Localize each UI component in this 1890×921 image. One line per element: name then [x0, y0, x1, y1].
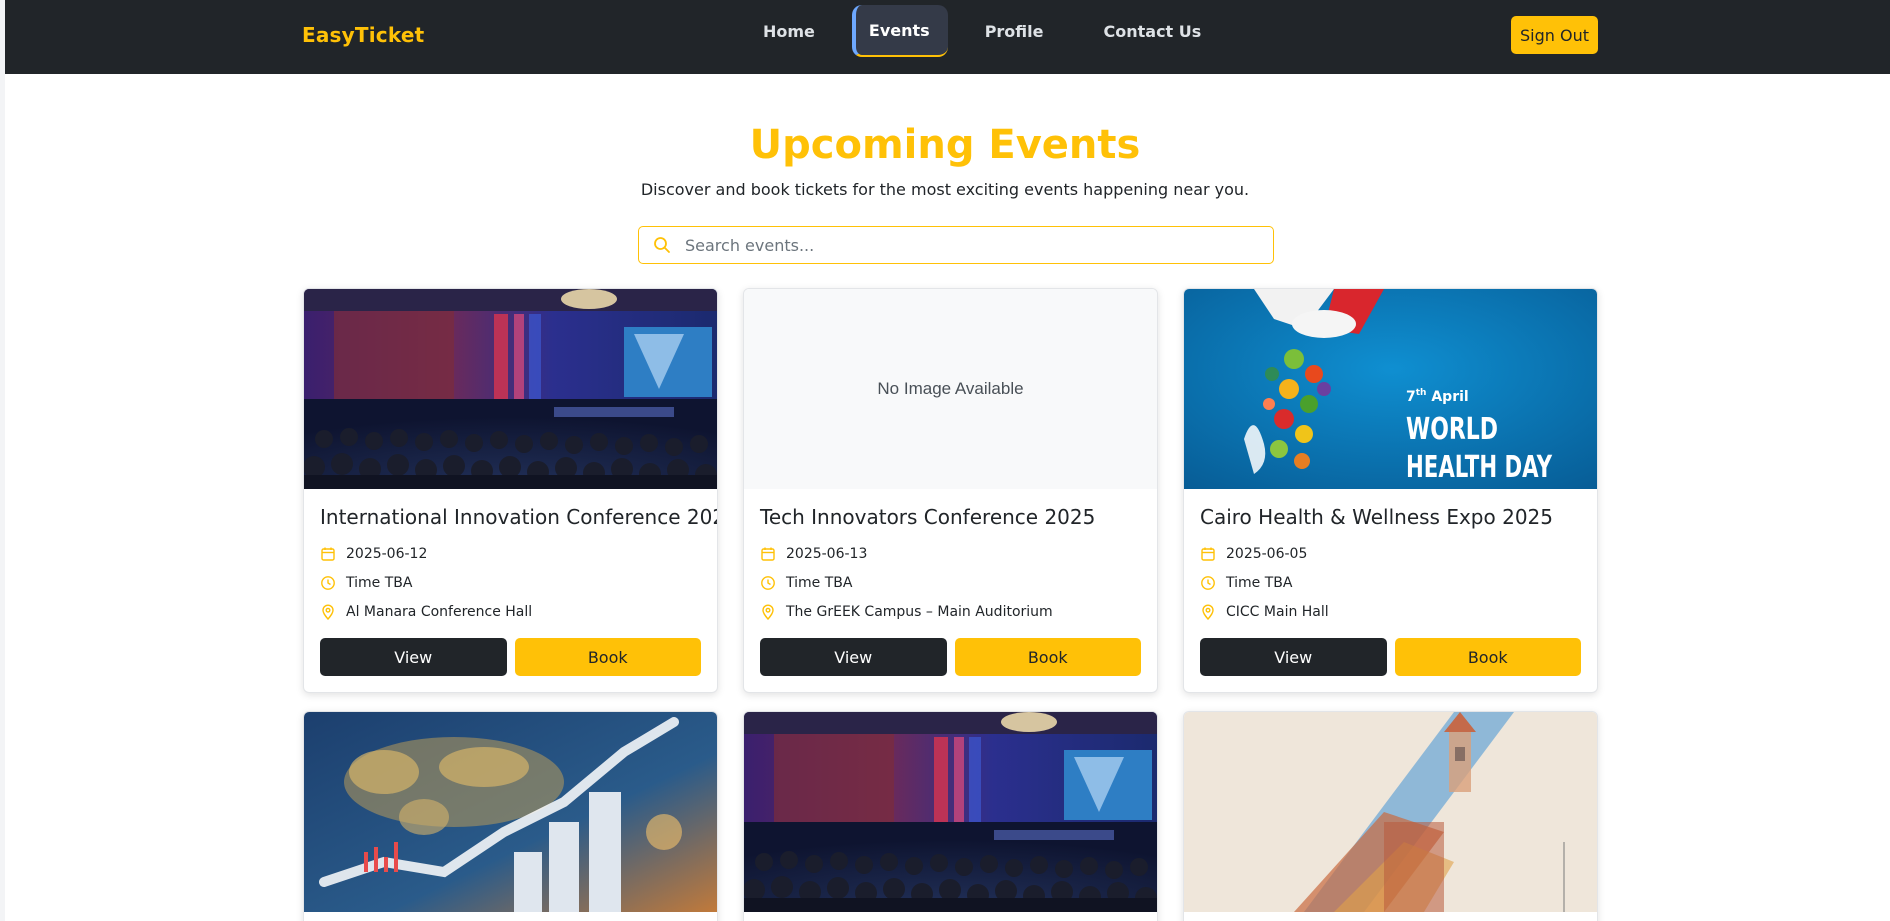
- event-date: 2025-06-12: [346, 545, 428, 562]
- event-title: International Innovation Conference 2025: [320, 505, 718, 529]
- event-image-world-map-finance[interactable]: [304, 712, 717, 912]
- main-nav: Home Events Profile Contact Us: [740, 5, 1224, 57]
- brand-logo[interactable]: EasyTicket: [302, 23, 424, 47]
- event-card: 7th April WORLD HEALTH DAY Cairo Health …: [1183, 288, 1598, 693]
- event-title: Cairo Health & Wellness Expo 2025: [1200, 505, 1553, 529]
- event-card-body: International Innovation Conference 2025…: [304, 489, 717, 692]
- page-title: Upcoming Events: [749, 122, 1141, 168]
- event-time-row: Time TBA: [1200, 568, 1581, 597]
- view-button[interactable]: View: [1200, 638, 1387, 676]
- event-time-row: Time TBA: [320, 568, 701, 597]
- calendar-icon: [320, 546, 346, 562]
- event-date-row: 2025-06-05: [1200, 539, 1581, 568]
- sign-out-button[interactable]: Sign Out: [1511, 16, 1598, 54]
- event-date: 2025-06-13: [786, 545, 868, 562]
- event-card-body: Tech Innovators Conference 2025 2025-06-…: [744, 489, 1157, 692]
- book-button[interactable]: Book: [954, 638, 1141, 676]
- search-input[interactable]: [685, 228, 1255, 262]
- clock-icon: [760, 575, 786, 591]
- event-image-watercolor-church[interactable]: [1184, 712, 1597, 912]
- event-time: Time TBA: [346, 574, 413, 591]
- location-pin-icon: [1200, 604, 1226, 620]
- book-button[interactable]: Book: [1394, 638, 1581, 676]
- location-pin-icon: [320, 604, 346, 620]
- event-venue-row: The GrEEK Campus – Main Auditorium: [760, 597, 1141, 626]
- search-bar: [638, 226, 1274, 264]
- event-image-conference-hall[interactable]: [744, 712, 1157, 912]
- event-venue-row: Al Manara Conference Hall: [320, 597, 701, 626]
- event-time: Time TBA: [786, 574, 853, 591]
- app-frame: EasyTicket Home Events Profile Contact U…: [5, 0, 1890, 921]
- event-actions: View Book: [760, 638, 1141, 676]
- location-pin-icon: [760, 604, 786, 620]
- poster-title-line-2: HEALTH DAY: [1406, 450, 1553, 485]
- event-actions: View Book: [320, 638, 701, 676]
- book-button[interactable]: Book: [514, 638, 701, 676]
- event-card: [303, 711, 718, 921]
- nav-events[interactable]: Events: [851, 5, 948, 57]
- clock-icon: [1200, 575, 1226, 591]
- event-time-row: Time TBA: [760, 568, 1141, 597]
- event-image-conference-hall[interactable]: [304, 289, 717, 489]
- event-date-row: 2025-06-13: [760, 539, 1141, 568]
- event-date-row: 2025-06-12: [320, 539, 701, 568]
- clock-icon: [320, 575, 346, 591]
- event-card-body: Cairo Health & Wellness Expo 2025 2025-0…: [1184, 489, 1597, 692]
- view-button[interactable]: View: [760, 638, 947, 676]
- event-venue: Al Manara Conference Hall: [346, 603, 533, 620]
- event-actions: View Book: [1200, 638, 1581, 676]
- nav-profile[interactable]: Profile: [962, 5, 1067, 57]
- search-icon: [639, 226, 685, 264]
- poster-date: 7th April: [1406, 388, 1469, 405]
- view-button[interactable]: View: [320, 638, 507, 676]
- event-card: International Innovation Conference 2025…: [303, 288, 718, 693]
- event-date: 2025-06-05: [1226, 545, 1308, 562]
- calendar-icon: [1200, 546, 1226, 562]
- calendar-icon: [760, 546, 786, 562]
- event-card: [743, 711, 1158, 921]
- event-image-world-health-day[interactable]: 7th April WORLD HEALTH DAY: [1184, 289, 1597, 489]
- event-venue: The GrEEK Campus – Main Auditorium: [786, 603, 1053, 620]
- nav-contact-us[interactable]: Contact Us: [1081, 5, 1225, 57]
- poster-title-line-1: WORLD: [1406, 412, 1498, 447]
- event-venue-row: CICC Main Hall: [1200, 597, 1581, 626]
- top-navbar: EasyTicket Home Events Profile Contact U…: [5, 0, 1890, 74]
- event-venue: CICC Main Hall: [1226, 603, 1329, 620]
- event-card: [1183, 711, 1598, 921]
- event-card: No Image Available Tech Innovators Confe…: [743, 288, 1158, 693]
- event-image-placeholder[interactable]: No Image Available: [744, 289, 1157, 489]
- event-time: Time TBA: [1226, 574, 1293, 591]
- event-title: Tech Innovators Conference 2025: [760, 505, 1096, 529]
- nav-home[interactable]: Home: [740, 5, 838, 57]
- page-subtitle: Discover and book tickets for the most e…: [640, 180, 1250, 199]
